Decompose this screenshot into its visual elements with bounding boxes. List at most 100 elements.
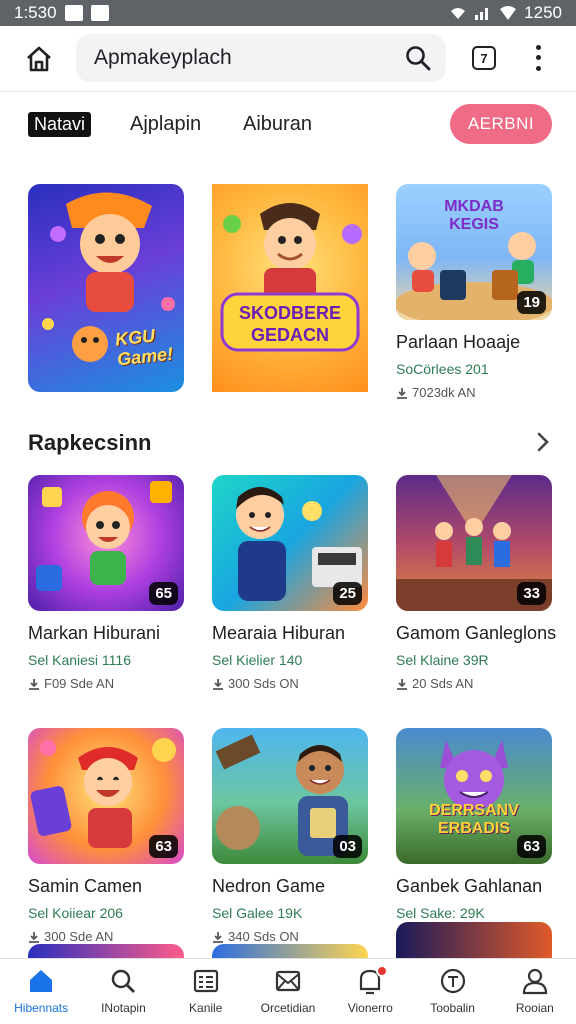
featured-art-text-1: KGU Game! xyxy=(114,325,175,370)
rating-badge: 65 xyxy=(149,582,178,605)
cta-button[interactable]: AERBNI xyxy=(450,104,552,144)
notification-dot xyxy=(376,965,389,977)
bottom-navigation: Hibennats INotapin Kanile Orcetidian Vio… xyxy=(0,958,576,1024)
section-title: Rapkecsinn xyxy=(28,430,152,455)
rating-badge: 19 xyxy=(517,291,546,314)
card-meta-text: 340 Sds ON xyxy=(228,929,299,944)
featured-thumbnail-3[interactable]: MKDAB KEGIS 19 xyxy=(396,184,552,320)
app-thumbnail[interactable]: 03 xyxy=(212,728,368,864)
filter-chip-3[interactable]: Aiburan xyxy=(243,113,312,136)
download-count-icon xyxy=(397,678,407,690)
address-bar[interactable] xyxy=(76,34,446,82)
tab-switcher-button[interactable]: 7 xyxy=(472,46,496,70)
featured-thumbnail-1[interactable]: KGU Game! xyxy=(28,184,184,392)
app-card[interactable]: 03 Nedron Game Sel Galee 19K 340 Sds ON xyxy=(212,728,368,944)
nav-item-home[interactable]: Hibennats xyxy=(0,959,82,1024)
card-meta: F09 Sde AN xyxy=(28,676,184,691)
filter-bar: Natavi Ajplapin Aiburan AERBNI xyxy=(0,100,576,150)
card-meta: 20 Sds AN xyxy=(396,676,552,691)
next-row-peek xyxy=(28,944,184,958)
app-card[interactable]: 63 Samin Camen Sel Koiiear 206 300 Sde A… xyxy=(28,728,184,944)
card-meta: 340 Sds ON xyxy=(212,929,368,944)
download-count-icon xyxy=(29,931,39,943)
compass-icon xyxy=(440,968,465,994)
rating-badge: 25 xyxy=(333,582,362,605)
download-count-icon xyxy=(213,678,223,690)
card-title: Parlaan Hoaaje xyxy=(396,332,521,352)
app-thumbnail[interactable]: 25 xyxy=(212,475,368,611)
status-bar: 1:530 1250 xyxy=(0,0,576,26)
filter-chip-active[interactable]: Natavi xyxy=(28,112,92,137)
home-icon xyxy=(30,970,53,992)
wifi-strength-icon xyxy=(500,6,517,20)
mail-icon xyxy=(275,970,301,992)
featured-card-2[interactable]: SKODBERE GEDACN xyxy=(212,184,368,392)
nav-label: Rooian xyxy=(515,1001,554,1015)
rating-badge: 03 xyxy=(333,835,362,858)
featured-art-text-2: SKODBERE GEDACN xyxy=(238,303,341,345)
card-subtitle: SoCörlees 201 xyxy=(396,361,489,377)
nav-item-mail[interactable]: Orcetidian xyxy=(247,959,329,1024)
card-subtitle: Sel Kielier 140 xyxy=(212,652,303,668)
card-meta-text: 300 Sde AN xyxy=(44,929,114,944)
browser-app-bar: 7 xyxy=(0,26,576,92)
card-meta-text: F09 Sde AN xyxy=(44,676,115,691)
filter-chip-2[interactable]: Ajplapin xyxy=(130,113,201,136)
featured-card-3[interactable]: MKDAB KEGIS 19 Parlaan Hoaaje SoCörlees … xyxy=(396,184,552,400)
card-meta: 300 Sde AN xyxy=(28,929,184,944)
nav-item-notifications[interactable]: Vionerro xyxy=(329,959,411,1024)
nav-item-list[interactable]: Kanile xyxy=(165,959,247,1024)
card-subtitle: Sel Kaniesi 1116 xyxy=(28,652,131,668)
featured-card-1[interactable]: KGU Game! xyxy=(28,184,184,392)
notification-download-icon xyxy=(90,5,109,21)
chevron-right-icon[interactable] xyxy=(534,430,552,454)
app-card[interactable]: DERRSANV ERBADIS 63 Ganbek Gahlanan Sel … xyxy=(396,728,552,921)
nav-label: Orcetidian xyxy=(260,1001,316,1015)
app-thumbnail[interactable]: 65 xyxy=(28,475,184,611)
rating-badge: 63 xyxy=(149,835,178,858)
card-meta-text: 300 Sds ON xyxy=(228,676,299,691)
nav-label: Hibennats xyxy=(14,1001,69,1015)
card-subtitle: Sel Sake: 29K xyxy=(396,905,485,921)
nav-item-compass[interactable]: Toobalin xyxy=(411,959,493,1024)
card-title: Nedron Game xyxy=(212,876,326,896)
app-card[interactable]: 33 Gamom Ganleglons Sel Klaine 39R 20 Sd… xyxy=(396,475,557,691)
card-subtitle: Sel Koiiear 206 xyxy=(28,905,123,921)
status-time: 1:530 xyxy=(14,3,57,22)
nav-label: INotapin xyxy=(101,1001,146,1015)
card-meta-text: 20 Sds AN xyxy=(412,676,474,691)
card-meta: 300 Sds ON xyxy=(212,676,368,691)
card-subtitle: Sel Klaine 39R xyxy=(396,652,489,668)
app-card[interactable]: 25 Mearaia Hiburan Sel Kielier 140 300 S… xyxy=(212,475,368,691)
card-meta-text: 7023dk AN xyxy=(412,385,476,400)
wifi-icon xyxy=(451,8,466,19)
card-title: Gamom Ganleglons xyxy=(396,623,557,643)
download-count-icon xyxy=(397,387,407,399)
card-title: Mearaia Hiburan xyxy=(212,623,346,643)
next-row-peek xyxy=(212,944,368,958)
nav-label: Kanile xyxy=(189,1001,223,1015)
profile-icon xyxy=(522,968,547,995)
rating-badge: 33 xyxy=(517,582,546,605)
notification-image-icon xyxy=(64,5,83,21)
home-icon[interactable] xyxy=(24,44,54,74)
app-thumbnail[interactable]: DERRSANV ERBADIS 63 xyxy=(396,728,552,864)
nav-item-profile[interactable]: Rooian xyxy=(494,959,576,1024)
next-row-peek xyxy=(396,922,552,958)
search-icon xyxy=(112,969,136,993)
app-thumbnail[interactable]: 33 xyxy=(396,475,552,611)
overflow-menu-icon[interactable] xyxy=(530,42,546,74)
status-right-time: 1250 xyxy=(524,3,562,22)
boy-character-illustration xyxy=(220,203,362,352)
list-icon xyxy=(193,969,218,993)
signal-icon xyxy=(475,8,489,20)
card-title: Samin Camen xyxy=(28,876,143,896)
featured-thumbnail-2[interactable]: SKODBERE GEDACN xyxy=(212,184,368,392)
app-thumbnail[interactable]: 63 xyxy=(28,728,184,864)
card-subtitle: Sel Galee 19K xyxy=(212,905,303,921)
app-card[interactable]: 65 Markan Hiburani Sel Kaniesi 1116 F09 … xyxy=(28,475,184,691)
search-input[interactable] xyxy=(94,46,404,70)
nav-item-search[interactable]: INotapin xyxy=(82,959,164,1024)
card-meta: 7023dk AN xyxy=(396,385,552,400)
search-icon[interactable] xyxy=(404,44,432,72)
